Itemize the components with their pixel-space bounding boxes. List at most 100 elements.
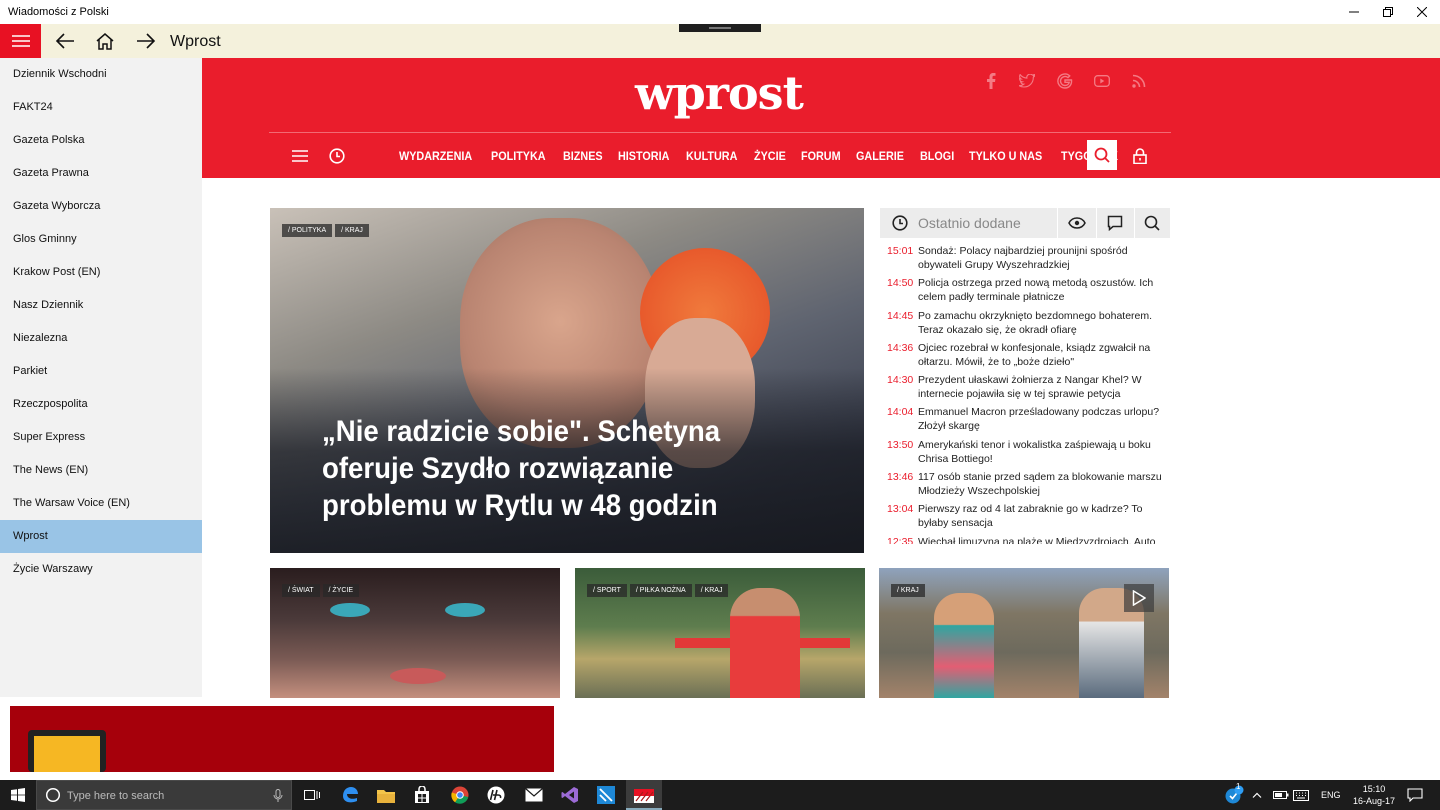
sidebar-item[interactable]: Gazeta Wyborcza [0, 190, 202, 223]
language-indicator[interactable]: ENG [1321, 790, 1341, 800]
keyboard-icon[interactable] [1286, 780, 1316, 810]
category-tag[interactable]: / SPORT [587, 584, 627, 597]
mail-taskbar-icon[interactable] [516, 780, 552, 810]
category-tag[interactable]: / KRAJ [335, 224, 369, 237]
site-logo[interactable]: wprost [635, 66, 804, 120]
category-tag[interactable]: / ŚWIAT [282, 584, 320, 597]
forward-button[interactable] [128, 24, 164, 58]
ad-banner[interactable] [10, 706, 554, 772]
category-tag[interactable]: / KRAJ [694, 584, 729, 597]
restore-button[interactable] [1371, 0, 1405, 24]
recent-item[interactable]: 14:36 Ojciec rozebrał w konfesjonale, ksi… [880, 341, 1170, 373]
category-tag[interactable]: / ŻYCIE [322, 584, 360, 597]
recent-item-title[interactable]: Prezydent ułaskawi żołnierza z Nangar Kh… [918, 373, 1168, 405]
back-button[interactable] [47, 24, 83, 58]
most-commented-tab[interactable] [1105, 213, 1125, 233]
hamburger-menu-button[interactable] [0, 24, 41, 58]
site-nav-link[interactable]: WYDARZENIA [399, 149, 472, 163]
sidebar-item[interactable]: Glos Gminny [0, 223, 202, 256]
sidebar-item[interactable]: Dziennik Wschodni [0, 58, 202, 91]
site-nav-link[interactable]: HISTORIA [618, 149, 669, 163]
site-nav-link[interactable]: POLITYKA [491, 149, 546, 163]
site-nav-link[interactable]: ŻYCIE [754, 149, 786, 163]
hp-taskbar-icon[interactable] [478, 780, 514, 810]
recent-item-title[interactable]: Sondaż: Polacy najbardziej prounijni spo… [918, 244, 1168, 276]
clock-button[interactable] [327, 146, 347, 166]
store-taskbar-icon[interactable] [404, 780, 440, 810]
recent-item[interactable]: 12:35 Wiechał limuzyną na plażę w Międzyz… [880, 535, 1170, 544]
recent-item[interactable]: 14:50 Policja ostrzega przed nową metodą … [880, 276, 1170, 308]
recent-item[interactable]: 13:04 Pierwszy raz od 4 lat zabraknie go … [880, 502, 1170, 534]
sidebar-item[interactable]: The News (EN) [0, 454, 202, 487]
recent-panel: Ostatnio dodane 15:01 Sondaż: Polacy najb… [880, 208, 1170, 544]
category-tag[interactable]: / KRAJ [891, 584, 925, 597]
taskbar-search-box[interactable]: Type here to search [36, 780, 292, 810]
site-nav-link[interactable]: GALERIE [856, 149, 904, 163]
sidebar-item[interactable]: Super Express [0, 421, 202, 454]
recent-panel-title[interactable]: Ostatnio dodane [918, 215, 1021, 231]
recent-item-title[interactable]: 117 osób stanie przed sądem za blokowani… [918, 470, 1168, 502]
login-button[interactable] [1130, 146, 1150, 166]
drag-handle[interactable] [679, 24, 761, 32]
hero-article[interactable]: / POLITYKA / KRAJ „Nie radzicie sobie". … [270, 208, 864, 553]
play-button[interactable] [1124, 584, 1154, 612]
site-nav-link[interactable]: TYLKO U NAS [969, 149, 1042, 163]
recent-item-title[interactable]: Policja ostrzega przed nową metodą oszus… [918, 276, 1168, 308]
recent-search-tab[interactable] [1142, 213, 1162, 233]
video-card[interactable]: / KRAJ [879, 568, 1169, 698]
recent-item-title[interactable]: Po zamachu okrzyknięto bezdomnego bohate… [918, 309, 1168, 341]
recent-item[interactable]: 15:01 Sondaż: Polacy najbardziej prounijn… [880, 244, 1170, 276]
sidebar-item[interactable]: Wprost [0, 520, 202, 553]
article-card[interactable]: / SPORT / PIŁKA NOŻNA / KRAJ [575, 568, 865, 698]
twitter-icon[interactable] [1018, 72, 1036, 90]
most-viewed-tab[interactable] [1067, 213, 1087, 233]
sidebar-item[interactable]: Nasz Dziennik [0, 289, 202, 322]
site-nav-link[interactable]: FORUM [801, 149, 841, 163]
google-icon[interactable] [1056, 72, 1074, 90]
visual-studio-taskbar-icon[interactable] [552, 780, 588, 810]
sidebar-item[interactable]: Gazeta Prawna [0, 157, 202, 190]
recent-item[interactable]: 14:30 Prezydent ułaskawi żołnierza z Nang… [880, 373, 1170, 405]
app-taskbar-icon[interactable] [588, 780, 624, 810]
file-explorer-taskbar-icon[interactable] [368, 780, 404, 810]
site-nav-link[interactable]: BLOGI [920, 149, 954, 163]
site-nav-link[interactable]: BIZNES [563, 149, 603, 163]
sidebar-item[interactable]: Życie Warszawy [0, 553, 202, 586]
home-button[interactable] [87, 24, 123, 58]
chrome-taskbar-icon[interactable] [442, 780, 478, 810]
recent-item[interactable]: 13:50 Amerykański tenor i wokalistka zaśp… [880, 438, 1170, 470]
sidebar-item[interactable]: Niezalezna [0, 322, 202, 355]
recent-item-title[interactable]: Ojciec rozebrał w konfesjonale, ksiądz z… [918, 341, 1168, 373]
youtube-icon[interactable] [1093, 72, 1111, 90]
recent-item-title[interactable]: Amerykański tenor i wokalistka zaśpiewaj… [918, 438, 1168, 470]
hero-title[interactable]: „Nie radzicie sobie". Schetyna oferuje S… [322, 413, 800, 524]
taskbar-clock[interactable]: 15:10 16-Aug-17 [1352, 783, 1396, 807]
site-nav-link[interactable]: KULTURA [686, 149, 737, 163]
sidebar-item[interactable]: Rzeczpospolita [0, 388, 202, 421]
category-tag[interactable]: / POLITYKA [282, 224, 333, 237]
sidebar-item[interactable]: FAKT24 [0, 91, 202, 124]
sidebar-item[interactable]: Krakow Post (EN) [0, 256, 202, 289]
edge-taskbar-icon[interactable] [332, 780, 368, 810]
rss-icon[interactable] [1130, 72, 1148, 90]
action-center-button[interactable] [1398, 780, 1432, 810]
recent-item[interactable]: 14:04 Emmanuel Macron prześladowany podcz… [880, 405, 1170, 437]
close-button[interactable] [1405, 0, 1439, 24]
facebook-icon[interactable] [982, 72, 1000, 90]
site-search-button[interactable] [1087, 140, 1117, 170]
site-menu-button[interactable] [290, 146, 310, 166]
sidebar-item[interactable]: The Warsaw Voice (EN) [0, 487, 202, 520]
minimize-button[interactable] [1337, 0, 1371, 24]
recent-item[interactable]: 14:45 Po zamachu okrzyknięto bezdomnego b… [880, 309, 1170, 341]
recent-item[interactable]: 13:46 117 osób stanie przed sądem za blok… [880, 470, 1170, 502]
task-view-button[interactable] [294, 780, 330, 810]
article-card[interactable]: / ŚWIAT / ŻYCIE [270, 568, 560, 698]
recent-item-title[interactable]: Emmanuel Macron prześladowany podczas ur… [918, 405, 1168, 437]
recent-item-title[interactable]: Pierwszy raz od 4 lat zabraknie go w kad… [918, 502, 1168, 534]
sidebar-item[interactable]: Parkiet [0, 355, 202, 388]
category-tag[interactable]: / PIŁKA NOŻNA [629, 584, 692, 597]
recent-item-title[interactable]: Wiechał limuzyną na plażę w Międzyzdroja… [918, 535, 1168, 544]
news-app-taskbar-icon[interactable] [626, 780, 662, 810]
start-button[interactable] [0, 780, 36, 810]
sidebar-item[interactable]: Gazeta Polska [0, 124, 202, 157]
